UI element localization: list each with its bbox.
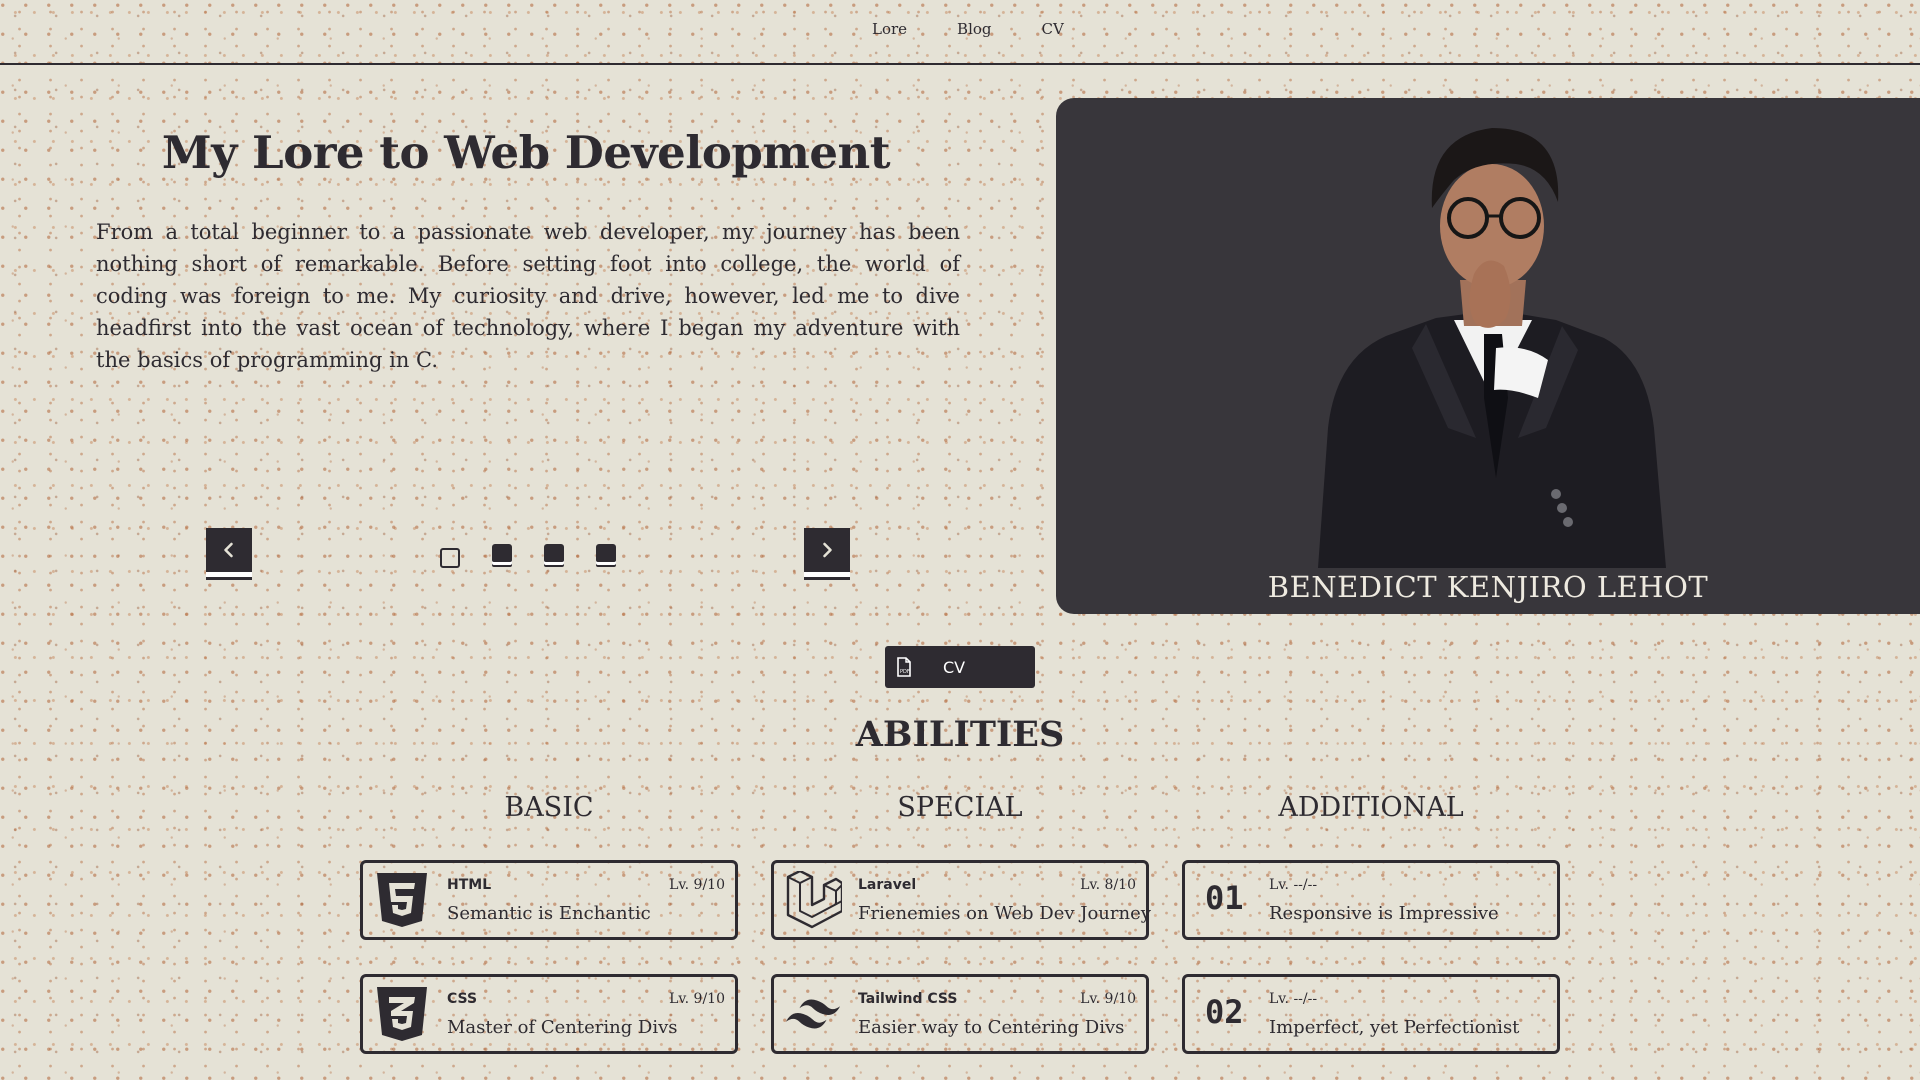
ability-description: Imperfect, yet Perfectionist <box>1269 1017 1520 1038</box>
cv-button-label: CV <box>943 657 966 677</box>
nav-links: Lore Blog CV <box>872 20 1114 38</box>
ability-number: 02 <box>1205 993 1244 1031</box>
ability-name: Laravel <box>858 877 917 893</box>
carousel-dot-3[interactable] <box>544 544 564 562</box>
ability-description: Master of Centering Divs <box>447 1017 678 1038</box>
laravel-icon <box>784 871 842 929</box>
svg-text:PDF: PDF <box>900 669 910 675</box>
ability-name: Tailwind CSS <box>858 991 958 1007</box>
ability-description: Frienemies on Web Dev Journey <box>858 903 1151 924</box>
ability-number: 01 <box>1205 879 1244 917</box>
html5-icon <box>373 871 431 929</box>
ability-level: Lv. --/-- <box>1269 991 1318 1007</box>
top-nav: Lore Blog CV <box>0 0 1920 65</box>
ability-card-html: HTML Lv. 9/10 Semantic is Enchantic <box>360 860 738 940</box>
hero-description: From a total beginner to a passionate we… <box>96 220 960 372</box>
carousel-next-button[interactable] <box>804 528 850 572</box>
carousel-prev-button[interactable] <box>206 528 252 572</box>
ability-level: Lv. --/-- <box>1269 877 1318 893</box>
ability-level: Lv. 9/10 <box>669 877 725 893</box>
profile-photo-card: BENEDICT KENJIRO LEHOT <box>1056 98 1920 614</box>
ability-name: HTML <box>447 877 492 893</box>
ability-description: Semantic is Enchantic <box>447 903 651 924</box>
ability-description: Easier way to Centering Divs <box>858 1017 1125 1038</box>
carousel-dot-4[interactable] <box>596 544 616 562</box>
cv-download-button[interactable]: PDF CV <box>885 646 1035 688</box>
ability-level: Lv. 8/10 <box>1080 877 1136 893</box>
hero-title: My Lore to Web Development <box>161 126 891 179</box>
nav-link-lore[interactable]: Lore <box>872 20 907 38</box>
nav-link-cv[interactable]: CV <box>1042 20 1064 38</box>
ability-card-css: CSS Lv. 9/10 Master of Centering Divs <box>360 974 738 1054</box>
carousel-dot-2[interactable] <box>492 544 512 562</box>
ability-card-laravel: Laravel Lv. 8/10 Frienemies on Web Dev J… <box>771 860 1151 940</box>
tailwind-icon <box>784 985 842 1043</box>
pdf-file-icon: PDF <box>893 656 915 678</box>
column-title-special: SPECIAL <box>897 792 1023 823</box>
ability-card-tailwind: Tailwind CSS Lv. 9/10 Easier way to Cent… <box>771 974 1149 1054</box>
ability-card-additional-02: 02 Lv. --/-- Imperfect, yet Perfectionis… <box>1182 974 1560 1054</box>
column-title-additional: ADDITIONAL <box>1278 792 1464 823</box>
ability-description: Responsive is Impressive <box>1269 903 1499 924</box>
ability-name: CSS <box>447 991 478 1007</box>
profile-photo <box>1318 128 1666 568</box>
css3-icon <box>373 985 431 1043</box>
chevron-left-icon <box>224 542 233 558</box>
ability-level: Lv. 9/10 <box>1080 991 1136 1007</box>
nav-link-blog[interactable]: Blog <box>957 20 991 38</box>
ability-level: Lv. 9/10 <box>669 991 725 1007</box>
ability-card-additional-01: 01 Lv. --/-- Responsive is Impressive <box>1182 860 1560 940</box>
profile-name: BENEDICT KENJIRO LEHOT <box>1267 570 1709 604</box>
column-title-basic: BASIC <box>504 792 594 823</box>
chevron-right-icon <box>823 542 832 558</box>
abilities-title: ABILITIES <box>855 714 1065 755</box>
carousel-dot-1[interactable] <box>440 548 460 568</box>
